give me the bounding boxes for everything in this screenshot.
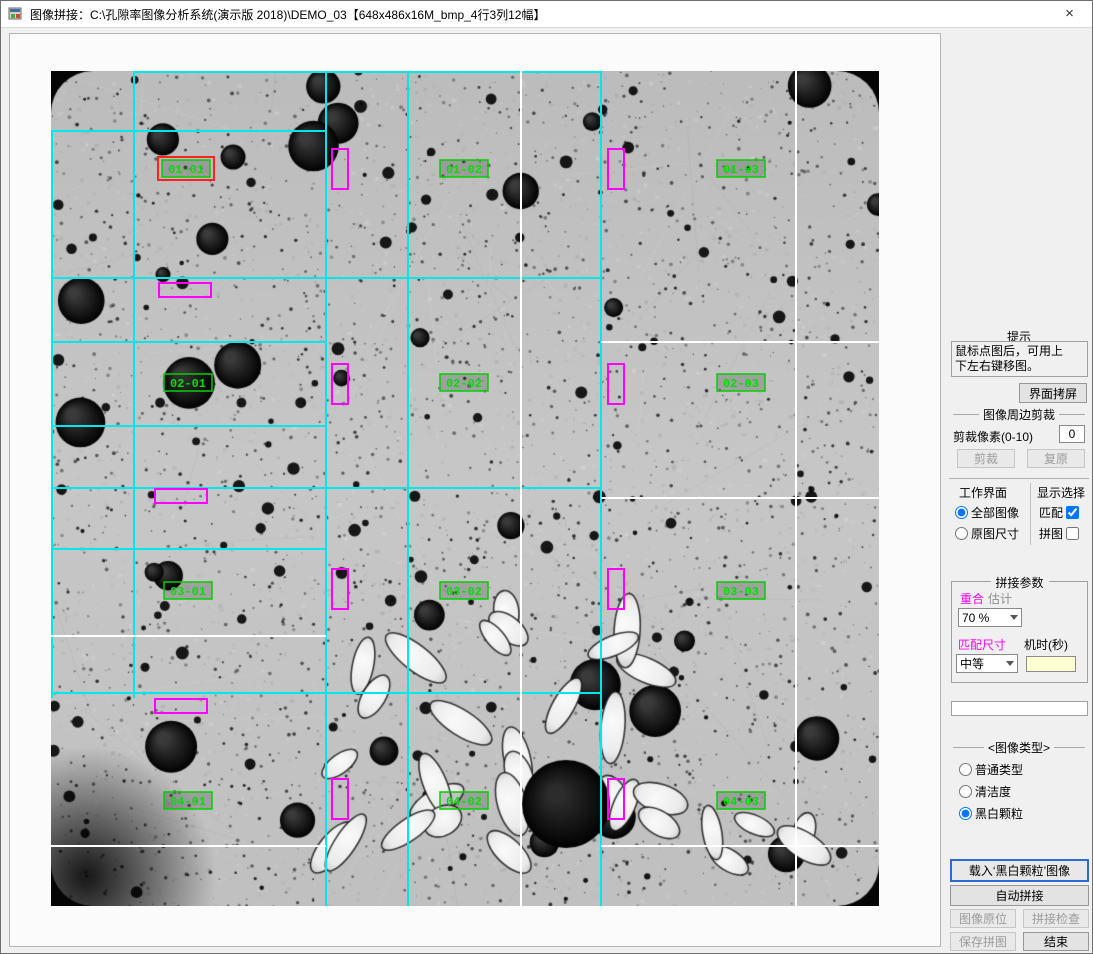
chevron-down-icon (1010, 615, 1018, 620)
status-box (951, 701, 1088, 716)
overlap-label: 重合 (960, 590, 984, 607)
crop-section-title: 图像周边剪裁 (949, 406, 1089, 423)
auto-stitch-button[interactable]: 自动拼接 (950, 885, 1089, 906)
end-button[interactable]: 结束 (1023, 932, 1089, 951)
radio-type-bw[interactable]: 黑白颗粒 (959, 805, 1023, 822)
radio-all-images-input[interactable] (955, 506, 968, 519)
save-stitch-button[interactable]: 保存拼图 (950, 932, 1016, 951)
time-label: 机时(秒) (1024, 636, 1068, 653)
load-bw-image-button[interactable]: 载入‘黑白颗粒’图像 (950, 859, 1089, 882)
stitch-params-group: 拼接参数 重合 估计 70 % 匹配尺寸 机时(秒) 中等 (951, 581, 1088, 683)
radio-original-size-input[interactable] (955, 527, 968, 540)
overlap-combobox[interactable]: 70 % (958, 608, 1022, 627)
checkbox-mosaic-input[interactable] (1066, 527, 1079, 540)
radio-type-clean[interactable]: 清洁度 (959, 783, 1011, 800)
hint-line1: 鼠标点图后，可用上 (955, 344, 1084, 359)
window-title: 图像拼接：C:\孔隙率图像分析系统(演示版 2018)\DEMO_03【648x… (30, 6, 546, 23)
mosaic-image[interactable] (51, 71, 879, 906)
stitch-check-button[interactable]: 拼接检查 (1023, 909, 1089, 928)
overlap-label-2: 估计 (988, 590, 1012, 607)
crop-pixels-input[interactable] (1059, 425, 1085, 443)
divider (1030, 483, 1031, 545)
screen-capture-button[interactable]: 界面拷屏 (1019, 383, 1087, 403)
radio-type-normal[interactable]: 普通类型 (959, 761, 1023, 778)
display-select-header: 显示选择 (1037, 484, 1085, 501)
radio-all-images[interactable]: 全部图像 (955, 504, 1019, 521)
time-input[interactable] (1026, 656, 1076, 672)
divider (949, 478, 1089, 479)
radio-type-bw-input[interactable] (959, 807, 972, 820)
checkbox-mosaic[interactable]: 拼图 (1039, 525, 1079, 542)
restore-button[interactable]: 复原 (1027, 449, 1085, 468)
chevron-down-icon (1006, 661, 1014, 666)
match-size-combobox[interactable]: 中等 (956, 654, 1018, 673)
image-reset-button[interactable]: 图像原位 (950, 909, 1016, 928)
hint-line2: 下左右键移图。 (955, 359, 1084, 374)
radio-type-normal-input[interactable] (959, 763, 972, 776)
match-size-label: 匹配尺寸 (958, 636, 1006, 653)
radio-type-clean-input[interactable] (959, 785, 972, 798)
checkbox-match-input[interactable] (1066, 506, 1079, 519)
app-icon (8, 6, 24, 22)
close-button[interactable]: × (1047, 1, 1092, 26)
radio-original-size[interactable]: 原图尺寸 (955, 525, 1019, 542)
app-window: 图像拼接：C:\孔隙率图像分析系统(演示版 2018)\DEMO_03【648x… (0, 0, 1093, 954)
work-interface-header: 工作界面 (959, 484, 1007, 501)
crop-pixels-label: 剪裁像素(0-10) (953, 428, 1033, 445)
hint-box: 鼠标点图后，可用上 下左右键移图。 (951, 341, 1088, 377)
image-type-title: <图像类型> (949, 739, 1089, 756)
title-bar: 图像拼接：C:\孔隙率图像分析系统(演示版 2018)\DEMO_03【648x… (1, 1, 1092, 28)
crop-button[interactable]: 剪裁 (957, 449, 1015, 468)
checkbox-match[interactable]: 匹配 (1039, 504, 1079, 521)
stitch-params-title: 拼接参数 (990, 574, 1048, 591)
